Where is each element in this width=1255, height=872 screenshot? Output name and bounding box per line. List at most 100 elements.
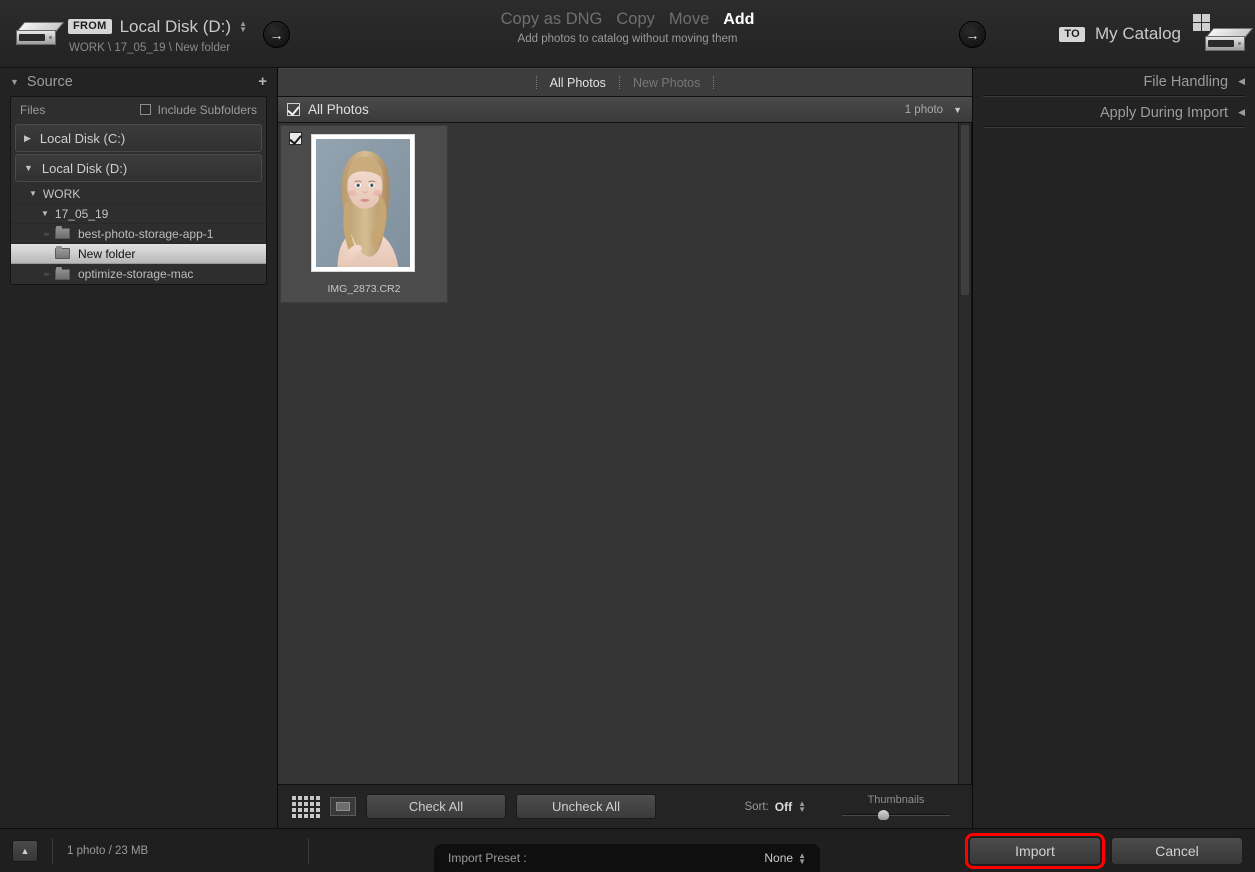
import-mode-list: Copy as DNG Copy Move Add: [501, 10, 755, 29]
panel-apply-during-import-label: Apply During Import: [1099, 104, 1229, 121]
collapsed-marker-icon: ▸▸: [44, 271, 50, 278]
chevron-left-icon-2[interactable]: ◀: [1238, 107, 1245, 118]
chevron-left-icon[interactable]: ◀: [1238, 76, 1245, 87]
mode-description: Add photos to catalog without moving the…: [517, 33, 738, 45]
settings-panel: File Handling ◀ Apply During Import ◀: [972, 68, 1255, 828]
dialog-footer: ▲ 1 photo / 23 MB Import Preset : None ▲…: [0, 828, 1255, 872]
thumbnails-label: Thumbnails: [867, 793, 925, 806]
group-checkbox[interactable]: [287, 103, 300, 116]
grid-scrollbar-thumb[interactable]: [961, 125, 969, 295]
chevron-right-icon[interactable]: ▶: [24, 133, 31, 144]
tree-item-label: optimize-storage-mac: [78, 267, 194, 281]
chevron-down-icon-group[interactable]: ▼: [953, 105, 962, 115]
files-label: Files: [20, 102, 46, 117]
collapsed-marker-icon: ▸▸: [44, 230, 50, 238]
preset-chevron-icon[interactable]: ▲ ▼: [798, 851, 806, 865]
import-preset-label: Import Preset :: [448, 851, 527, 865]
photo-count: 1 photo: [904, 103, 944, 116]
chevron-down-icon-date[interactable]: ▼: [41, 209, 49, 218]
photo-checkbox[interactable]: [289, 132, 302, 145]
import-preset-value-text: None: [764, 851, 794, 865]
tree-item-17-05-19[interactable]: ▼ 17_05_19: [11, 204, 266, 224]
tab-all-photos[interactable]: All Photos: [537, 76, 619, 90]
tab-separator-3: [713, 76, 715, 89]
tree-item-label: WORK: [42, 186, 81, 201]
group-header-all-photos[interactable]: All Photos 1 photo ▼: [278, 97, 972, 123]
import-button[interactable]: Import: [965, 833, 1105, 869]
cancel-button[interactable]: Cancel: [1111, 837, 1243, 865]
tab-new-photos[interactable]: New Photos: [620, 76, 713, 90]
to-tag: TO: [1059, 26, 1086, 42]
check-all-button[interactable]: Check All: [366, 794, 506, 819]
mode-copy[interactable]: Copy: [616, 10, 655, 29]
include-subfolders-checkbox[interactable]: [139, 104, 151, 115]
tree-item-optimize-storage-mac[interactable]: ▸▸ optimize-storage-mac: [11, 264, 266, 284]
thumbnail-cell[interactable]: IMG_2873.CR2: [280, 125, 448, 303]
panel-file-handling[interactable]: File Handling ◀: [983, 68, 1245, 96]
mode-move[interactable]: Move: [669, 10, 709, 29]
footer-divider-2: [308, 837, 310, 864]
tree-item-local-disk-c[interactable]: ▶ Local Disk (C:): [15, 124, 262, 152]
files-row: Files Include Subfolders: [11, 97, 266, 122]
dialog-body: ▼ Source + Files Include Subfolders ▶ Lo…: [0, 68, 1255, 828]
add-source-icon[interactable]: +: [258, 74, 267, 89]
tree-item-local-disk-d[interactable]: ▼ Local Disk (D:): [15, 154, 262, 182]
footer-divider: [52, 837, 53, 864]
uncheck-all-button[interactable]: Uncheck All: [516, 794, 656, 819]
include-subfolders-label[interactable]: Include Subfolders: [158, 103, 257, 117]
import-dialog: FROM Local Disk (D:) ▲ ▼ WORK \ 17_05_19 …: [0, 0, 1255, 872]
windows-logo-icon: [1193, 14, 1210, 31]
tree-item-work[interactable]: ▼ WORK: [11, 184, 266, 204]
loupe-view-icon[interactable]: [330, 797, 356, 816]
catalog-drive-icon: [1191, 12, 1254, 56]
import-status: 1 photo / 23 MB: [67, 844, 149, 857]
grid-scrollbar[interactable]: [958, 123, 971, 784]
collapse-panel-button[interactable]: ▲: [12, 839, 38, 862]
mode-add[interactable]: Add: [723, 11, 754, 29]
source-tree-box: Files Include Subfolders ▶ Local Disk (C…: [10, 96, 267, 285]
grid-view-icon[interactable]: [292, 795, 320, 818]
triangle-up-icon: ▲: [20, 845, 30, 856]
tree-item-new-folder[interactable]: New folder: [11, 244, 266, 264]
photo-preview: [316, 139, 410, 267]
source-panel-title: Source: [26, 74, 73, 90]
panel-divider-2: [983, 127, 1245, 130]
folder-icon: [55, 246, 70, 259]
tree-item-label: New folder: [78, 246, 136, 261]
grid-toolbar: Check All Uncheck All Sort: Off ▲ ▼ Thumb…: [278, 784, 972, 828]
chevron-down-icon-work[interactable]: ▼: [29, 189, 37, 198]
photo-filename: IMG_2873.CR2: [327, 283, 401, 295]
import-preset-value[interactable]: None ▲ ▼: [764, 851, 806, 865]
panel-apply-during-import[interactable]: Apply During Import ◀: [983, 99, 1245, 127]
slider-knob[interactable]: [877, 809, 889, 820]
tree-item-label: Local Disk (C:): [39, 130, 126, 146]
sort-control[interactable]: Sort: Off ▲ ▼: [744, 800, 806, 814]
source-panel-header[interactable]: ▼ Source +: [10, 68, 267, 96]
thumbnail-grid[interactable]: IMG_2873.CR2: [278, 123, 972, 784]
import-header: FROM Local Disk (D:) ▲ ▼ WORK \ 17_05_19 …: [0, 0, 1255, 68]
tree-item-label: best-photo-storage-app-1: [78, 226, 214, 241]
thumbnail-size-control[interactable]: Thumbnails: [842, 794, 950, 820]
preview-area: All Photos New Photos All Photos 1 photo…: [278, 68, 972, 828]
destination-arrow-icon[interactable]: →: [959, 21, 986, 48]
import-preset-bar[interactable]: Import Preset : None ▲ ▼: [434, 844, 820, 872]
mode-copy-as-dng[interactable]: Copy as DNG: [501, 10, 603, 29]
chevron-down-icon[interactable]: ▼: [10, 77, 19, 87]
tree-item-best-photo-storage-app-1[interactable]: ▸▸ best-photo-storage-app-1: [11, 224, 266, 244]
arrow-right-glyph-2: →: [965, 26, 980, 43]
catalog-name[interactable]: My Catalog: [1095, 24, 1181, 44]
folder-icon: [55, 266, 70, 280]
portrait-photo-illustration: [316, 139, 410, 267]
slider-track: [842, 813, 950, 816]
source-panel: ▼ Source + Files Include Subfolders ▶ Lo…: [0, 68, 278, 828]
panel-file-handling-label: File Handling: [1143, 73, 1229, 90]
tree-item-label: 17_05_19: [54, 206, 109, 221]
tree-item-label: Local Disk (D:): [41, 160, 128, 176]
sort-value[interactable]: Off: [775, 800, 792, 814]
thumbnails-slider[interactable]: [842, 809, 950, 820]
folder-icon: [55, 226, 70, 239]
chevron-down-icon-d[interactable]: ▼: [24, 163, 33, 173]
destination-summary[interactable]: TO My Catalog: [1059, 0, 1254, 68]
sort-chevron-icon[interactable]: ▲ ▼: [798, 800, 806, 814]
group-header-label: All Photos: [308, 102, 369, 117]
